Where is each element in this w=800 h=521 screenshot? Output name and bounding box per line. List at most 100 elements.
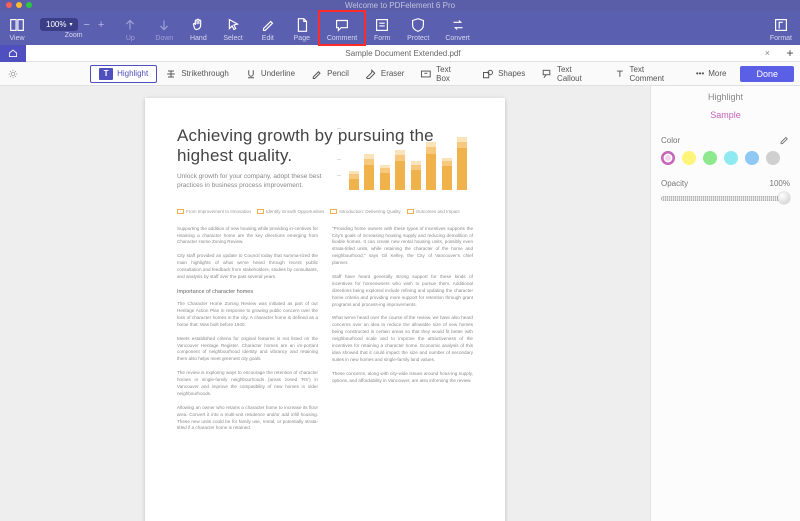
color-swatch-gray[interactable]	[766, 151, 780, 165]
window-close-button[interactable]	[6, 2, 12, 8]
textcallout-tool[interactable]: Text Callout	[533, 65, 606, 83]
comment-icon	[333, 16, 351, 34]
view-icon	[8, 16, 26, 34]
shapes-icon	[482, 68, 494, 80]
page-canvas[interactable]: Achieving growth by pursuing the highest…	[0, 86, 650, 521]
highlight-icon: T	[99, 68, 113, 80]
content-area: Achieving growth by pursuing the highest…	[0, 86, 800, 521]
color-swatch-yellow[interactable]	[682, 151, 696, 165]
legend-item: From Improvement to Innovation	[177, 209, 251, 214]
page-lead: Unlock growth for your company, adopt th…	[177, 173, 347, 191]
more-tools-button[interactable]: ••• More	[688, 69, 735, 78]
text-icon	[614, 68, 626, 80]
slider-thumb[interactable]	[778, 192, 790, 204]
opacity-value: 100%	[770, 179, 790, 188]
textbox-tool[interactable]: Text Box	[412, 65, 474, 83]
window-controls	[6, 2, 32, 8]
titlebar: Welcome to PDFelement 6 Pro	[0, 0, 800, 11]
eraser-tool[interactable]: Eraser	[357, 65, 413, 83]
shapes-tool[interactable]: Shapes	[474, 65, 533, 83]
more-dots-icon: •••	[696, 69, 704, 78]
hand-button[interactable]: Hand	[181, 11, 215, 45]
right-column: "Providing home owners with these types …	[332, 226, 473, 440]
strikethrough-tool[interactable]: Strikethrough	[157, 65, 237, 83]
highlight-label: Highlight	[117, 69, 148, 78]
document-tab[interactable]: Sample Document Extended.pdf ×	[26, 45, 780, 62]
select-button[interactable]: Select	[215, 11, 250, 45]
document-tab-strip: Sample Document Extended.pdf × +	[0, 45, 800, 62]
down-button[interactable]: Down	[147, 11, 181, 45]
comment-button[interactable]: Comment	[319, 11, 365, 45]
underline-tool[interactable]: Underline	[237, 65, 303, 83]
zoom-control: 100%▾ − +	[40, 18, 107, 31]
pdf-page: Achieving growth by pursuing the highest…	[145, 98, 505, 521]
page-icon	[293, 16, 311, 34]
textcomment-tool[interactable]: Text Comment	[606, 65, 688, 83]
cursor-icon	[224, 16, 242, 34]
gear-icon	[7, 68, 19, 80]
color-swatch-cyan[interactable]	[724, 151, 738, 165]
main-toolbar: View 100%▾ − + Zoom Up Down Hand Select	[0, 11, 800, 45]
window-zoom-button[interactable]	[26, 2, 32, 8]
form-button[interactable]: Form	[365, 11, 399, 45]
panel-title: Highlight	[661, 92, 790, 102]
color-swatch-blue[interactable]	[745, 151, 759, 165]
convert-button[interactable]: Convert	[437, 11, 478, 45]
arrow-down-icon	[155, 16, 173, 34]
document-tab-title: Sample Document Extended.pdf	[345, 49, 460, 58]
color-swatch-pink[interactable]	[661, 151, 675, 165]
pencil-icon	[311, 68, 323, 80]
color-label: Color	[661, 136, 680, 145]
edit-icon	[259, 16, 277, 34]
eraser-icon	[365, 68, 377, 80]
pencil-tool[interactable]: Pencil	[303, 65, 357, 83]
zoom-in-button[interactable]: +	[95, 19, 107, 31]
shield-icon	[409, 16, 427, 34]
slider-track	[661, 196, 790, 201]
tab-close-button[interactable]: ×	[765, 45, 770, 62]
form-icon	[373, 16, 391, 34]
legend-item: Outcomes and Impact	[407, 209, 460, 214]
underline-icon	[245, 68, 257, 80]
hand-icon	[189, 16, 207, 34]
view-button[interactable]: View	[0, 11, 34, 45]
strikethrough-icon	[165, 68, 177, 80]
window-minimize-button[interactable]	[16, 2, 22, 8]
legend-item: Introduction: Delivering Quality	[330, 209, 400, 214]
callout-icon	[541, 68, 553, 80]
comment-toolbar: T Highlight Strikethrough Underline Penc…	[0, 62, 800, 86]
edit-button[interactable]: Edit	[251, 11, 285, 45]
zoom-value[interactable]: 100%▾	[40, 18, 78, 31]
left-column: Supporting the addition of new housing w…	[177, 226, 318, 440]
app-window: Welcome to PDFelement 6 Pro View 100%▾ −…	[0, 0, 800, 521]
arrow-up-icon	[121, 16, 139, 34]
up-button[interactable]: Up	[113, 11, 147, 45]
panel-sample-label: Sample	[661, 110, 790, 120]
body-columns: Supporting the addition of new housing w…	[177, 226, 473, 440]
page-chart	[343, 128, 473, 198]
convert-icon	[449, 16, 467, 34]
highlight-tool[interactable]: T Highlight	[90, 65, 157, 83]
protect-button[interactable]: Protect	[399, 11, 437, 45]
add-tab-button[interactable]: +	[780, 46, 800, 60]
opacity-slider[interactable]	[661, 192, 790, 204]
format-icon	[772, 16, 790, 34]
opacity-label: Opacity	[661, 179, 688, 188]
chart-legend: From Improvement to Innovation Identify G…	[177, 209, 473, 214]
color-picker-button[interactable]	[779, 134, 790, 147]
app-title: Welcome to PDFelement 6 Pro	[345, 1, 455, 10]
eyedropper-icon	[779, 134, 790, 145]
format-button[interactable]: Format	[762, 11, 800, 45]
done-button[interactable]: Done	[740, 66, 794, 82]
color-swatch-green[interactable]	[703, 151, 717, 165]
zoom-out-button[interactable]: −	[80, 19, 92, 31]
home-tab[interactable]	[0, 45, 26, 62]
properties-panel: Highlight Sample Color Opacity 100%	[650, 86, 800, 521]
textbox-icon	[420, 68, 432, 80]
zoom-button[interactable]: 100%▾ − + Zoom	[34, 11, 113, 45]
home-icon	[7, 47, 19, 59]
page-button[interactable]: Page	[285, 11, 319, 45]
legend-item: Identify Growth Opportunities	[257, 209, 324, 214]
color-swatches	[661, 151, 790, 165]
settings-button[interactable]	[4, 68, 22, 80]
